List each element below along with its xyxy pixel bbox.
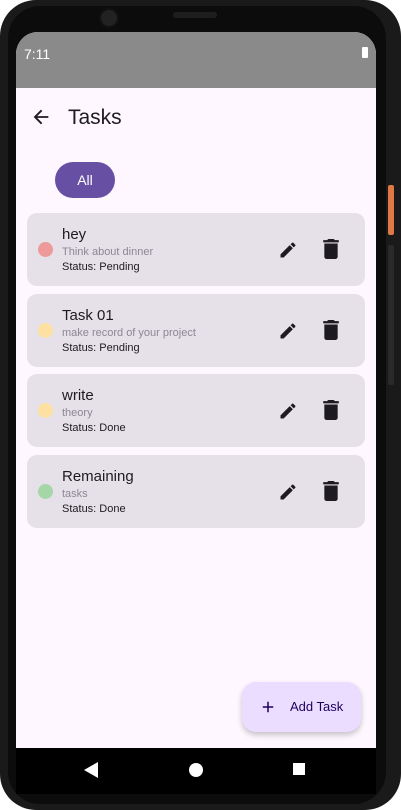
top-app-bar: Tasks	[16, 88, 376, 146]
task-title: write	[62, 387, 94, 404]
plus-icon	[262, 701, 274, 713]
task-description: tasks	[62, 488, 88, 500]
task-status: Status: Done	[62, 503, 126, 515]
status-time: 7:11	[24, 46, 51, 62]
filter-chip-pending[interactable]: Pending	[156, 162, 222, 198]
status-bar: 7:11	[16, 32, 376, 88]
earpiece-speaker	[173, 12, 217, 18]
nav-back-icon[interactable]	[84, 762, 98, 778]
power-button	[388, 185, 394, 235]
filter-chip-all[interactable]: All	[55, 162, 115, 198]
delete-trash-icon[interactable]	[323, 400, 339, 420]
add-task-button[interactable]: Add Task	[242, 682, 361, 732]
edit-pencil-icon[interactable]	[278, 321, 298, 341]
back-arrow-icon[interactable]	[30, 106, 52, 128]
add-task-label: Add Task	[290, 699, 344, 714]
status-dot	[38, 242, 53, 257]
page-title: Tasks	[68, 106, 122, 129]
edit-pencil-icon[interactable]	[278, 482, 298, 502]
front-camera	[99, 8, 119, 28]
device-frame: 7:11 Tasks All Pending Done hey Think ab…	[0, 0, 401, 810]
filter-chip-done[interactable]: Done	[278, 162, 322, 198]
nav-recents-icon[interactable]	[293, 763, 305, 775]
task-status: Status: Pending	[62, 261, 140, 273]
delete-trash-icon[interactable]	[323, 239, 339, 259]
task-description: Think about dinner	[62, 246, 154, 258]
task-title: Task 01	[62, 307, 114, 324]
delete-trash-icon[interactable]	[323, 320, 339, 340]
task-card[interactable]: Task 01 make record of your project Stat…	[27, 294, 365, 367]
status-dot	[38, 323, 53, 338]
edit-pencil-icon[interactable]	[278, 240, 298, 260]
task-title: Remaining	[62, 468, 134, 485]
volume-button	[388, 245, 394, 385]
task-card[interactable]: write theory Status: Done	[27, 374, 365, 447]
filter-chips: All Pending Done	[16, 146, 376, 214]
task-status: Status: Pending	[62, 342, 140, 354]
task-title: hey	[62, 226, 87, 243]
battery-icon	[362, 47, 368, 58]
app-screen: 7:11 Tasks All Pending Done hey Think ab…	[16, 32, 376, 748]
task-card[interactable]: Remaining tasks Status: Done	[27, 455, 365, 528]
nav-home-icon[interactable]	[189, 763, 203, 777]
task-description: theory	[62, 407, 93, 419]
delete-trash-icon[interactable]	[323, 481, 339, 501]
task-status: Status: Done	[62, 422, 126, 434]
status-dot	[38, 403, 53, 418]
system-nav-bar	[16, 748, 376, 794]
status-dot	[38, 484, 53, 499]
task-description: make record of your project	[62, 327, 196, 339]
edit-pencil-icon[interactable]	[278, 401, 298, 421]
task-card[interactable]: hey Think about dinner Status: Pending	[27, 213, 365, 286]
